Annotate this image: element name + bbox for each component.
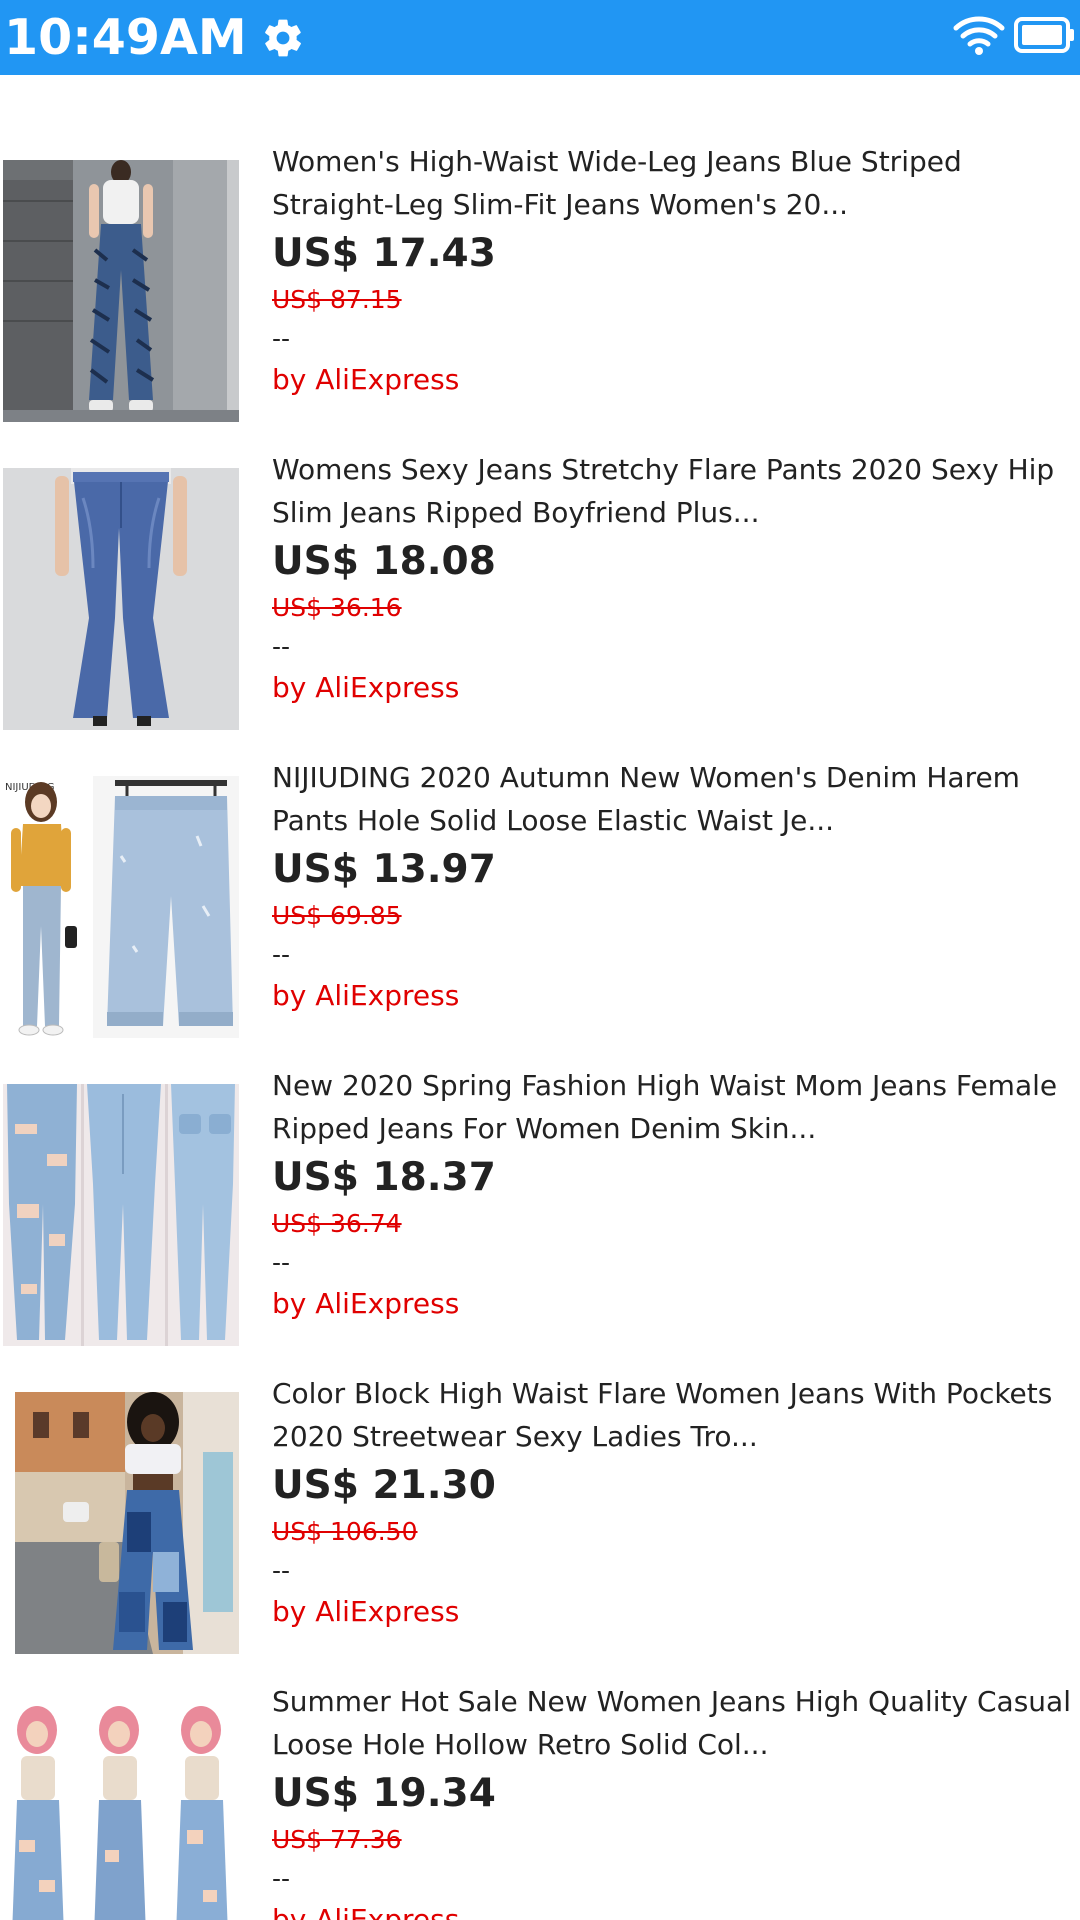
product-list[interactable]: Women's High-Waist Wide-Leg Jeans Blue S… — [0, 75, 1080, 1920]
gear-icon — [264, 19, 301, 56]
product-rating: -- — [272, 324, 291, 353]
product-item[interactable]: Womens Sexy Jeans Stretchy Flare Pants 2… — [0, 383, 1080, 730]
product-info[interactable]: NIJIUDING 2020 Autumn New Women's Denim … — [272, 756, 1072, 1018]
product-title[interactable]: Summer Hot Sale New Women Jeans High Qua… — [272, 1680, 1072, 1766]
wifi-icon — [953, 16, 1005, 55]
product-price: US$ 18.08 — [272, 539, 496, 584]
product-rating: -- — [272, 1864, 291, 1893]
status-time: 10:49AM — [4, 9, 247, 66]
product-original-price: US$ 36.16 — [272, 593, 402, 622]
product-rating: -- — [272, 1556, 291, 1585]
product-rating: -- — [272, 1248, 291, 1277]
product-price: US$ 17.43 — [272, 231, 496, 276]
product-info[interactable]: Color Block High Waist Flare Women Jeans… — [272, 1372, 1072, 1634]
product-rating: -- — [272, 940, 291, 969]
status-icons — [952, 14, 1076, 56]
product-seller[interactable]: by AliExpress — [272, 1898, 1072, 1920]
product-title[interactable]: Color Block High Waist Flare Women Jeans… — [272, 1372, 1072, 1458]
product-info[interactable]: Women's High-Waist Wide-Leg Jeans Blue S… — [272, 140, 1072, 402]
product-rating: -- — [272, 632, 291, 661]
product-title[interactable]: NIJIUDING 2020 Autumn New Women's Denim … — [272, 756, 1072, 842]
product-item[interactable]: Color Block High Waist Flare Women Jeans… — [0, 1307, 1080, 1654]
product-item[interactable]: Summer Hot Sale New Women Jeans High Qua… — [0, 1615, 1080, 1920]
product-title[interactable]: New 2020 Spring Fashion High Waist Mom J… — [272, 1064, 1072, 1150]
product-item[interactable]: Women's High-Waist Wide-Leg Jeans Blue S… — [0, 75, 1080, 422]
battery-icon — [1014, 17, 1074, 53]
product-original-price: US$ 77.36 — [272, 1825, 402, 1854]
product-original-price: US$ 87.15 — [272, 285, 402, 314]
product-price: US$ 21.30 — [272, 1463, 496, 1508]
status-bar: 10:49AM — [0, 0, 1080, 75]
product-title[interactable]: Women's High-Waist Wide-Leg Jeans Blue S… — [272, 140, 1072, 226]
product-original-price: US$ 36.74 — [272, 1209, 402, 1238]
product-item[interactable]: NIJIUDING NIJIUDING 2020 Autumn New Wome… — [0, 691, 1080, 1038]
product-price: US$ 13.97 — [272, 847, 496, 892]
product-image-loose-hole-jeans — [3, 1700, 239, 1920]
product-info[interactable]: New 2020 Spring Fashion High Waist Mom J… — [272, 1064, 1072, 1326]
product-original-price: US$ 69.85 — [272, 901, 402, 930]
product-price: US$ 19.34 — [272, 1771, 496, 1816]
product-title[interactable]: Womens Sexy Jeans Stretchy Flare Pants 2… — [272, 448, 1072, 534]
product-info[interactable]: Summer Hot Sale New Women Jeans High Qua… — [272, 1680, 1072, 1920]
product-item[interactable]: New 2020 Spring Fashion High Waist Mom J… — [0, 999, 1080, 1346]
product-original-price: US$ 106.50 — [272, 1517, 418, 1546]
product-price: US$ 18.37 — [272, 1155, 496, 1200]
product-info[interactable]: Womens Sexy Jeans Stretchy Flare Pants 2… — [272, 448, 1072, 710]
product-image[interactable] — [3, 1700, 239, 1920]
